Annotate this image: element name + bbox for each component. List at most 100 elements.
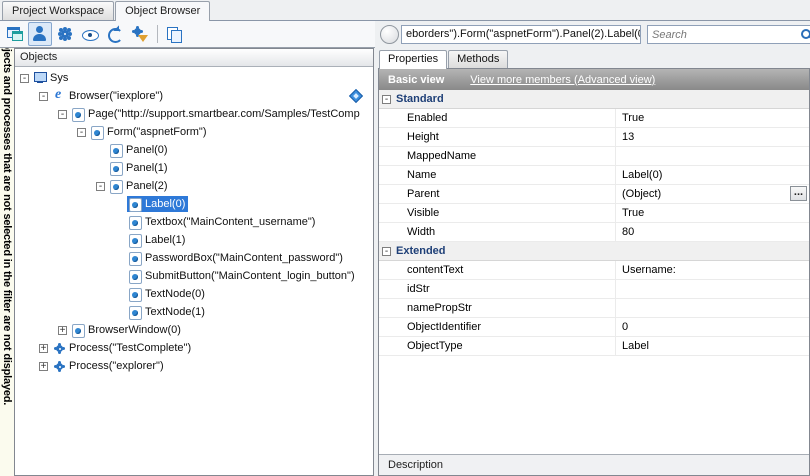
tree-node[interactable]: Label(1) bbox=[127, 232, 188, 248]
tree-node-label: Page("http://support.smartbear.com/Sampl… bbox=[88, 108, 360, 120]
tree-row: TextNode(1) bbox=[15, 303, 373, 321]
tree-node[interactable]: SubmitButton("MainContent_login_button") bbox=[127, 268, 358, 284]
ellipsis-button[interactable]: ... bbox=[790, 186, 807, 201]
tree-node[interactable]: Page("http://support.smartbear.com/Sampl… bbox=[70, 106, 363, 122]
tree-node[interactable]: Process("TestComplete") bbox=[51, 340, 194, 356]
property-value-text: 0 bbox=[622, 321, 628, 333]
object-path-field[interactable]: eborders").Form("aspnetForm").Panel(2).L… bbox=[401, 25, 641, 44]
tree-node[interactable]: Panel(0) bbox=[108, 142, 171, 158]
property-row[interactable]: Parent (Object)... bbox=[379, 185, 809, 204]
toolbar-button-eye[interactable] bbox=[78, 22, 102, 46]
tab-methods[interactable]: Methods bbox=[448, 50, 508, 68]
tree-node[interactable]: TextNode(1) bbox=[127, 304, 208, 320]
tree-node-label: SubmitButton("MainContent_login_button") bbox=[145, 270, 355, 282]
object-navigation-button[interactable] bbox=[380, 25, 399, 44]
plus-expander-icon[interactable]: + bbox=[39, 344, 48, 353]
tree-row: -Browser("iexplore") bbox=[15, 87, 373, 105]
toolbar-button-highlight-object[interactable] bbox=[28, 22, 52, 46]
plus-expander-icon[interactable]: + bbox=[39, 362, 48, 371]
toolbar-button-filter-gear[interactable] bbox=[128, 22, 152, 46]
advanced-view-link[interactable]: View more members (Advanced view) bbox=[470, 74, 655, 86]
property-value: Username: bbox=[615, 261, 809, 279]
tab-project-workspace[interactable]: Project Workspace bbox=[2, 1, 114, 20]
view-mode-bar: Basic view View more members (Advanced v… bbox=[379, 69, 809, 90]
property-value-text: (Object) bbox=[622, 188, 661, 200]
property-row[interactable]: MappedName bbox=[379, 147, 809, 166]
property-row[interactable]: idStr bbox=[379, 280, 809, 299]
property-value: 0 bbox=[615, 318, 809, 336]
minus-expander-icon[interactable]: - bbox=[39, 92, 48, 101]
filter-gear-icon bbox=[131, 25, 149, 43]
property-row[interactable]: VisibleTrue bbox=[379, 204, 809, 223]
property-row[interactable]: NameLabel(0) bbox=[379, 166, 809, 185]
tree-node-label: Label(0) bbox=[145, 198, 185, 210]
toolbar-button-copy-object[interactable] bbox=[162, 22, 186, 46]
property-name: Parent bbox=[379, 188, 615, 200]
search-icon[interactable] bbox=[799, 27, 810, 42]
property-row[interactable]: namePropStr bbox=[379, 299, 809, 318]
tree-node[interactable]: PasswordBox("MainContent_password") bbox=[127, 250, 346, 266]
process-icon bbox=[52, 341, 66, 355]
minus-expander-icon[interactable]: - bbox=[77, 128, 86, 137]
search-input[interactable] bbox=[648, 29, 799, 41]
tree-node[interactable]: Panel(1) bbox=[108, 160, 171, 176]
tree-node[interactable]: Sys bbox=[32, 70, 71, 86]
inspector-tabstrip: Properties Methods bbox=[378, 48, 810, 68]
tree-row: TextNode(0) bbox=[15, 285, 373, 303]
property-name: contentText bbox=[379, 264, 615, 276]
tree-row: Label(1) bbox=[15, 231, 373, 249]
object-icon bbox=[128, 269, 142, 283]
property-row[interactable]: ObjectIdentifier0 bbox=[379, 318, 809, 337]
object-icon bbox=[128, 251, 142, 265]
property-value bbox=[615, 280, 809, 298]
minus-expander-icon[interactable]: - bbox=[96, 182, 105, 191]
property-row[interactable]: Width80 bbox=[379, 223, 809, 242]
property-name: Width bbox=[379, 226, 615, 238]
tree-node[interactable]: TextNode(0) bbox=[127, 286, 208, 302]
tab-properties[interactable]: Properties bbox=[379, 50, 447, 69]
copy-object-icon bbox=[165, 25, 183, 43]
tree-node-label: Sys bbox=[50, 72, 68, 84]
tree-node[interactable]: Process("explorer") bbox=[51, 358, 167, 374]
object-icon bbox=[71, 107, 85, 121]
inspector-header: eborders").Form("aspnetForm").Panel(2).L… bbox=[375, 21, 810, 48]
property-group-row: -Extended bbox=[379, 242, 809, 261]
tree-node-label: TextNode(0) bbox=[145, 288, 205, 300]
property-row[interactable]: Height13 bbox=[379, 128, 809, 147]
toolbar-button-refresh[interactable] bbox=[103, 22, 127, 46]
tree-node[interactable]: Panel(2) bbox=[108, 178, 171, 194]
property-value bbox=[615, 299, 809, 317]
computer-icon bbox=[33, 71, 47, 85]
property-row[interactable]: ObjectTypeLabel bbox=[379, 337, 809, 356]
tree-row: - Page("http://support.smartbear.com/Samp… bbox=[15, 105, 373, 123]
objects-panel: Objects -Sys-Browser("iexplore")-Page("h… bbox=[14, 48, 374, 476]
minus-expander-icon[interactable]: - bbox=[382, 95, 391, 104]
property-value: 13 bbox=[615, 128, 809, 146]
minus-expander-icon[interactable]: - bbox=[382, 247, 391, 256]
property-value: True bbox=[615, 109, 809, 127]
tree-row: PasswordBox("MainContent_password") bbox=[15, 249, 373, 267]
property-row[interactable]: contentTextUsername: bbox=[379, 261, 809, 280]
toolbar-button-windows-view[interactable] bbox=[3, 22, 27, 46]
tree-row: -Form("aspnetForm") bbox=[15, 123, 373, 141]
tree-node[interactable]: Browser("iexplore") bbox=[51, 88, 166, 104]
tree-node[interactable]: Form("aspnetForm") bbox=[89, 124, 210, 140]
minus-expander-icon[interactable]: - bbox=[20, 74, 29, 83]
property-name: ObjectType bbox=[379, 340, 615, 352]
plus-expander-icon[interactable]: + bbox=[58, 326, 67, 335]
tree-row: +Process("TestComplete") bbox=[15, 339, 373, 357]
inspector-frame: Basic view View more members (Advanced v… bbox=[378, 68, 810, 476]
tree-node[interactable]: Textbox("MainContent_username") bbox=[127, 214, 318, 230]
search-box bbox=[647, 25, 810, 44]
tree-row: +Process("explorer") bbox=[15, 357, 373, 375]
tree-node[interactable]: BrowserWindow(0) bbox=[70, 322, 184, 338]
toolbar bbox=[0, 21, 375, 48]
toolbar-button-gear-tools[interactable] bbox=[53, 22, 77, 46]
property-row[interactable]: EnabledTrue bbox=[379, 109, 809, 128]
tree-node[interactable]: Label(0) bbox=[127, 196, 188, 212]
property-name: Height bbox=[379, 131, 615, 143]
filter-notice-strip: Objects and processes that are not selec… bbox=[0, 48, 14, 476]
tab-object-browser[interactable]: Object Browser bbox=[115, 1, 210, 21]
toolbar-separator bbox=[157, 25, 158, 43]
minus-expander-icon[interactable]: - bbox=[58, 110, 67, 119]
